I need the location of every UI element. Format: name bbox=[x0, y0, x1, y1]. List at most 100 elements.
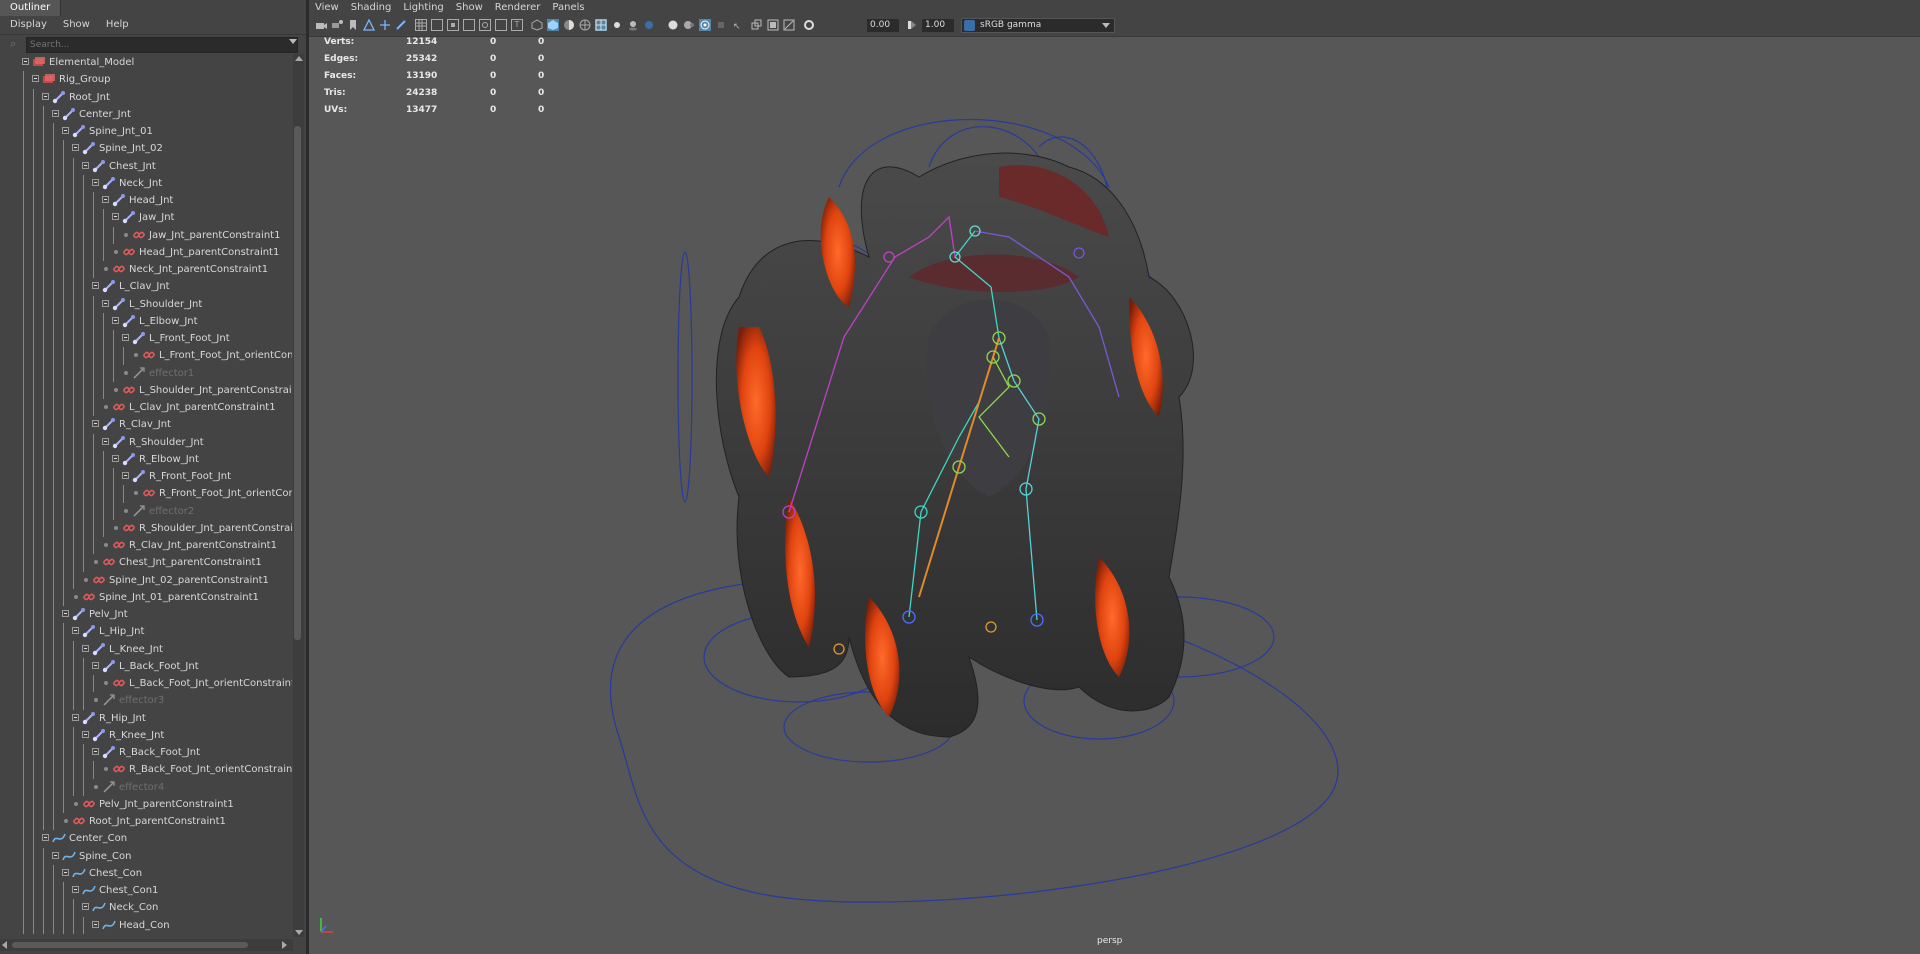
scrollbar-thumb-horizontal[interactable] bbox=[12, 942, 248, 948]
viewport-panel[interactable]: View Shading Lighting Show Renderer Panels T … bbox=[309, 0, 1920, 954]
collapse-toggle-icon[interactable] bbox=[62, 127, 69, 134]
collapse-toggle-icon[interactable] bbox=[62, 610, 69, 617]
menu-help[interactable]: Help bbox=[100, 16, 135, 34]
collapse-toggle-icon[interactable] bbox=[82, 161, 89, 169]
outliner-item[interactable]: Neck_Con bbox=[0, 899, 292, 917]
outliner-item[interactable]: effector4 bbox=[0, 778, 292, 796]
collapse-toggle-icon[interactable] bbox=[82, 644, 89, 652]
collapse-toggle-icon[interactable] bbox=[72, 886, 79, 893]
menu-show[interactable]: Show bbox=[57, 16, 96, 34]
outliner-item[interactable]: effector2 bbox=[0, 502, 292, 520]
outliner-item[interactable]: Chest_Jnt bbox=[0, 157, 292, 175]
outliner-item[interactable]: L_Back_Foot_Jnt_orientConstraint1 bbox=[0, 675, 292, 693]
outliner-item[interactable]: R_Clav_Jnt bbox=[0, 416, 292, 434]
viewport-scene[interactable] bbox=[309, 37, 1920, 954]
outliner-item[interactable]: R_Back_Foot_Jnt_orientConstraint1 bbox=[0, 761, 292, 779]
scroll-down-icon[interactable] bbox=[295, 930, 303, 935]
outliner-item[interactable]: R_Elbow_Jnt bbox=[0, 450, 292, 468]
safe-action-icon[interactable] bbox=[495, 19, 507, 31]
outliner-item[interactable]: Neck_Jnt bbox=[0, 174, 292, 192]
outliner-item[interactable]: R_Shoulder_Jnt bbox=[0, 433, 292, 451]
collapse-toggle-icon[interactable] bbox=[92, 420, 99, 428]
outliner-item[interactable]: Spine_Con bbox=[0, 847, 292, 865]
grid-icon[interactable] bbox=[415, 19, 427, 31]
collapse-toggle-icon[interactable] bbox=[122, 472, 129, 479]
collapse-toggle-icon[interactable] bbox=[92, 920, 99, 928]
outliner-item[interactable]: Chest_Jnt_parentConstraint1 bbox=[0, 554, 292, 572]
motion-blur-icon[interactable] bbox=[667, 19, 679, 31]
ambient-occlusion-icon[interactable] bbox=[643, 19, 655, 31]
outliner-tab[interactable]: Outliner bbox=[0, 0, 62, 16]
outliner-item[interactable]: L_Clav_Jnt_parentConstraint1 bbox=[0, 399, 292, 417]
outliner-item[interactable]: Head_Jnt_parentConstraint1 bbox=[0, 243, 292, 261]
shadows-icon[interactable] bbox=[627, 19, 639, 31]
xray-icon[interactable]: ↖ bbox=[733, 19, 745, 32]
outliner-item[interactable]: Spine_Jnt_01 bbox=[0, 123, 292, 141]
outliner-item[interactable]: Root_Jnt_parentConstraint1 bbox=[0, 813, 292, 831]
outliner-item[interactable]: L_Front_Foot_Jnt bbox=[0, 330, 292, 348]
outliner-item[interactable]: Chest_Con bbox=[0, 864, 292, 882]
gamma-field[interactable]: 1.00 bbox=[922, 19, 954, 32]
collapse-toggle-icon[interactable] bbox=[102, 437, 109, 445]
exposure-field[interactable]: 0.00 bbox=[867, 19, 899, 32]
outliner-item[interactable]: Head_Con bbox=[0, 916, 292, 934]
outliner-item[interactable]: Neck_Jnt_parentConstraint1 bbox=[0, 261, 292, 279]
collapse-toggle-icon[interactable] bbox=[112, 213, 119, 221]
scroll-left-icon[interactable] bbox=[2, 941, 7, 949]
xray-active-components-icon[interactable] bbox=[767, 19, 779, 31]
collapse-toggle-icon[interactable] bbox=[82, 903, 89, 911]
outliner-item[interactable]: Rig_Group bbox=[0, 71, 292, 89]
collapse-toggle-icon[interactable] bbox=[42, 92, 49, 100]
outliner-item[interactable]: L_Clav_Jnt bbox=[0, 278, 292, 296]
smooth-shade-icon[interactable] bbox=[547, 19, 559, 31]
outliner-item[interactable]: L_Hip_Jnt bbox=[0, 623, 292, 641]
collapse-toggle-icon[interactable] bbox=[92, 282, 99, 290]
scrollbar-thumb[interactable] bbox=[294, 126, 301, 640]
collapse-toggle-icon[interactable] bbox=[32, 75, 39, 83]
collapse-toggle-icon[interactable] bbox=[82, 730, 89, 738]
outliner-item[interactable]: Elemental_Model bbox=[0, 54, 292, 71]
outliner-item[interactable]: L_Shoulder_Jnt bbox=[0, 295, 292, 313]
2d-pan-zoom-icon[interactable] bbox=[379, 19, 391, 31]
outliner-item[interactable]: L_Knee_Jnt bbox=[0, 640, 292, 658]
resolution-gate-icon[interactable] bbox=[447, 19, 459, 31]
outliner-item[interactable]: Spine_Jnt_01_parentConstraint1 bbox=[0, 588, 292, 606]
field-chart-icon[interactable] bbox=[479, 19, 491, 31]
outliner-item[interactable]: Spine_Jnt_02_parentConstraint1 bbox=[0, 571, 292, 589]
bookmark-icon[interactable] bbox=[347, 19, 359, 31]
outliner-item[interactable]: R_Back_Foot_Jnt bbox=[0, 744, 292, 762]
collapse-toggle-icon[interactable] bbox=[102, 196, 109, 203]
image-plane-icon[interactable] bbox=[362, 18, 376, 31]
safe-title-icon[interactable]: T bbox=[511, 19, 523, 31]
wireframe-on-shaded-icon[interactable] bbox=[579, 19, 591, 31]
outliner-item[interactable]: Jaw_Jnt_parentConstraint1 bbox=[0, 226, 292, 244]
outliner-item[interactable]: Head_Jnt bbox=[0, 192, 292, 210]
gamma-icon[interactable] bbox=[906, 19, 918, 31]
collapse-toggle-icon[interactable] bbox=[52, 109, 59, 117]
collapse-toggle-icon[interactable] bbox=[122, 334, 129, 341]
isolate-select-icon[interactable] bbox=[715, 19, 727, 31]
outliner-item[interactable]: L_Shoulder_Jnt_parentConstraint bbox=[0, 381, 292, 399]
menu-renderer[interactable]: Renderer bbox=[489, 0, 547, 16]
outliner-item[interactable]: L_Elbow_Jnt bbox=[0, 312, 292, 330]
horizontal-scrollbar[interactable] bbox=[0, 939, 293, 951]
outliner-item[interactable]: effector3 bbox=[0, 692, 292, 710]
multisample-aa-icon[interactable] bbox=[683, 19, 695, 31]
menu-display[interactable]: Display bbox=[4, 16, 53, 34]
outliner-item[interactable]: R_Shoulder_Jnt_parentConstraint bbox=[0, 519, 292, 537]
search-options-icon[interactable] bbox=[289, 39, 297, 44]
grease-pencil-icon[interactable] bbox=[395, 19, 407, 31]
outliner-item[interactable]: effector1 bbox=[0, 364, 292, 382]
menu-view[interactable]: View bbox=[309, 0, 345, 16]
select-camera-icon[interactable] bbox=[315, 19, 327, 31]
menu-shading[interactable]: Shading bbox=[345, 0, 398, 16]
scroll-up-icon[interactable] bbox=[295, 56, 303, 61]
outliner-item[interactable]: L_Front_Foot_Jnt_orientCons bbox=[0, 347, 292, 365]
camera-attributes-icon[interactable] bbox=[331, 19, 343, 31]
depth-of-field-icon[interactable] bbox=[699, 19, 711, 31]
outliner-item[interactable]: Chest_Con1 bbox=[0, 882, 292, 900]
backface-culling-icon[interactable] bbox=[783, 19, 795, 31]
menu-lighting[interactable]: Lighting bbox=[397, 0, 449, 16]
outliner-item[interactable]: Spine_Jnt_02 bbox=[0, 140, 292, 158]
outliner-item[interactable]: R_Knee_Jnt bbox=[0, 726, 292, 744]
